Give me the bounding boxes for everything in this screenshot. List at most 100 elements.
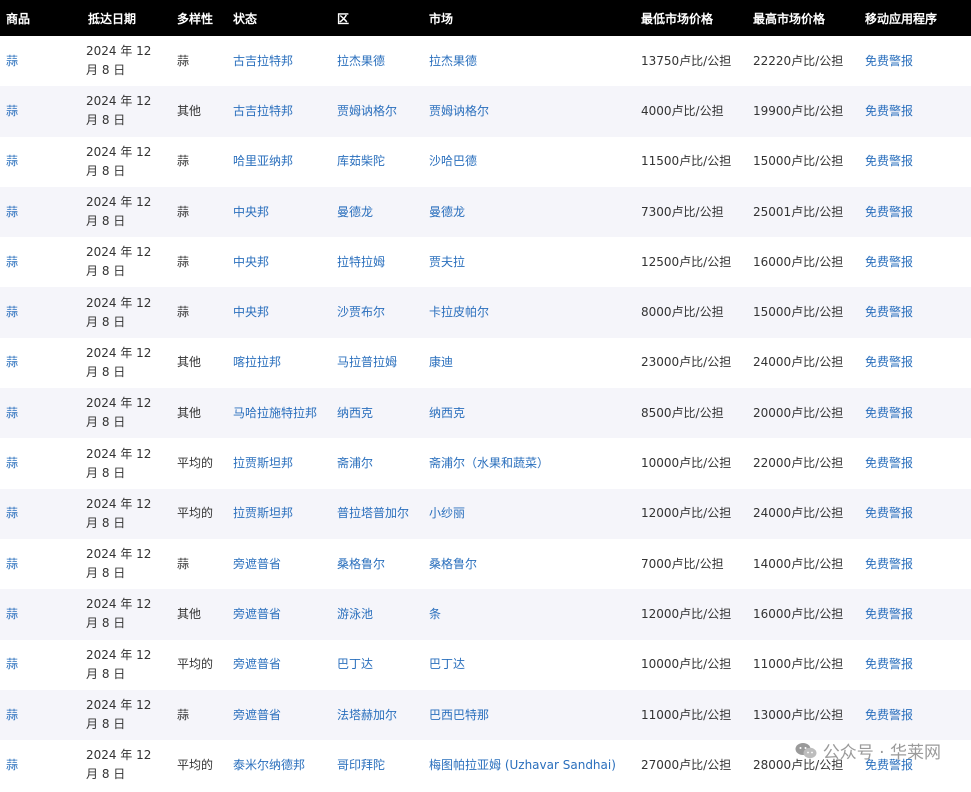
cell-commodity[interactable]: 蒜 bbox=[6, 506, 18, 520]
cell-market[interactable]: 桑格鲁尔 bbox=[429, 557, 477, 571]
cell-market[interactable]: 纳西克 bbox=[429, 406, 465, 420]
watermark: 公众号 · 华莱网 bbox=[795, 738, 941, 763]
cell-free-alert-link[interactable]: 免费警报 bbox=[865, 305, 913, 319]
cell-district[interactable]: 拉杰果德 bbox=[337, 54, 385, 68]
cell-wrap-state: 旁遮普省 bbox=[227, 640, 331, 690]
cell-commodity[interactable]: 蒜 bbox=[6, 54, 18, 68]
cell-market[interactable]: 拉杰果德 bbox=[429, 54, 477, 68]
cell-commodity[interactable]: 蒜 bbox=[6, 758, 18, 772]
cell-free-alert-link[interactable]: 免费警报 bbox=[865, 657, 913, 671]
cell-market[interactable]: 斋浦尔（水果和蔬菜） bbox=[429, 456, 549, 470]
cell-state[interactable]: 中央邦 bbox=[233, 305, 269, 319]
cell-free-alert-link[interactable]: 免费警报 bbox=[865, 607, 913, 621]
cell-state[interactable]: 旁遮普省 bbox=[233, 708, 281, 722]
cell-market[interactable]: 卡拉皮帕尔 bbox=[429, 305, 489, 319]
cell-free-alert-link[interactable]: 免费警报 bbox=[865, 406, 913, 420]
cell-district[interactable]: 巴丁达 bbox=[337, 657, 373, 671]
cell-wrap-free-alert-link: 免费警报 bbox=[859, 589, 971, 639]
cell-district[interactable]: 游泳池 bbox=[337, 607, 373, 621]
cell-commodity[interactable]: 蒜 bbox=[6, 154, 18, 168]
cell-max-price: 14000卢比/公担 bbox=[753, 556, 844, 571]
cell-district[interactable]: 哥印拜陀 bbox=[337, 758, 385, 772]
cell-wrap-free-alert-link: 免费警报 bbox=[859, 489, 971, 539]
cell-wrap-commodity: 蒜 bbox=[0, 589, 82, 639]
cell-free-alert-link[interactable]: 免费警报 bbox=[865, 456, 913, 470]
cell-wrap-market: 梅图帕拉亚姆 (Uzhavar Sandhai) bbox=[423, 740, 635, 790]
cell-free-alert-link[interactable]: 免费警报 bbox=[865, 104, 913, 118]
cell-district[interactable]: 库茹柴陀 bbox=[337, 154, 385, 168]
cell-free-alert-link[interactable]: 免费警报 bbox=[865, 255, 913, 269]
cell-market[interactable]: 巴丁达 bbox=[429, 657, 465, 671]
cell-state[interactable]: 旁遮普省 bbox=[233, 657, 281, 671]
cell-wrap-arrival-date: 2024 年 12 月 8 日 bbox=[82, 137, 171, 187]
cell-wrap-variety: 蒜 bbox=[171, 690, 227, 740]
cell-state[interactable]: 中央邦 bbox=[233, 255, 269, 269]
cell-state[interactable]: 哈里亚纳邦 bbox=[233, 154, 293, 168]
cell-market[interactable]: 贾夫拉 bbox=[429, 255, 465, 269]
cell-market[interactable]: 康迪 bbox=[429, 355, 453, 369]
cell-commodity[interactable]: 蒜 bbox=[6, 255, 18, 269]
cell-variety: 平均的 bbox=[177, 456, 214, 471]
cell-market[interactable]: 曼德龙 bbox=[429, 205, 465, 219]
cell-state[interactable]: 拉贾斯坦邦 bbox=[233, 456, 293, 470]
cell-state[interactable]: 古吉拉特邦 bbox=[233, 54, 293, 68]
header-district: 区 bbox=[331, 0, 423, 36]
cell-free-alert-link[interactable]: 免费警报 bbox=[865, 54, 913, 68]
cell-state[interactable]: 旁遮普省 bbox=[233, 557, 281, 571]
cell-commodity[interactable]: 蒜 bbox=[6, 657, 18, 671]
cell-district[interactable]: 曼德龙 bbox=[337, 205, 373, 219]
cell-commodity[interactable]: 蒜 bbox=[6, 305, 18, 319]
cell-district[interactable]: 沙贾布尔 bbox=[337, 305, 385, 319]
cell-commodity[interactable]: 蒜 bbox=[6, 708, 18, 722]
cell-wrap-arrival-date: 2024 年 12 月 8 日 bbox=[82, 589, 171, 639]
cell-market[interactable]: 小纱丽 bbox=[429, 506, 465, 520]
cell-commodity[interactable]: 蒜 bbox=[6, 104, 18, 118]
cell-commodity[interactable]: 蒜 bbox=[6, 607, 18, 621]
cell-market[interactable]: 巴西巴特那 bbox=[429, 708, 489, 722]
cell-market[interactable]: 沙哈巴德 bbox=[429, 154, 477, 168]
cell-state[interactable]: 旁遮普省 bbox=[233, 607, 281, 621]
cell-wrap-free-alert-link: 免费警报 bbox=[859, 338, 971, 388]
cell-district[interactable]: 法塔赫加尔 bbox=[337, 708, 397, 722]
cell-district[interactable]: 桑格鲁尔 bbox=[337, 557, 385, 571]
cell-wrap-state: 拉贾斯坦邦 bbox=[227, 438, 331, 488]
cell-market[interactable]: 梅图帕拉亚姆 (Uzhavar Sandhai) bbox=[429, 758, 616, 772]
cell-district[interactable]: 纳西克 bbox=[337, 406, 373, 420]
cell-min-price: 11500卢比/公担 bbox=[641, 154, 732, 169]
cell-state[interactable]: 古吉拉特邦 bbox=[233, 104, 293, 118]
cell-district[interactable]: 贾姆讷格尔 bbox=[337, 104, 397, 118]
cell-market[interactable]: 贾姆讷格尔 bbox=[429, 104, 489, 118]
cell-district[interactable]: 斋浦尔 bbox=[337, 456, 373, 470]
cell-state[interactable]: 马哈拉施特拉邦 bbox=[233, 406, 317, 420]
cell-wrap-min-price: 7300卢比/公担 bbox=[635, 187, 747, 237]
cell-wrap-state: 拉贾斯坦邦 bbox=[227, 489, 331, 539]
cell-free-alert-link[interactable]: 免费警报 bbox=[865, 154, 913, 168]
cell-wrap-market: 斋浦尔（水果和蔬菜） bbox=[423, 438, 635, 488]
cell-free-alert-link[interactable]: 免费警报 bbox=[865, 557, 913, 571]
cell-district[interactable]: 马拉普拉姆 bbox=[337, 355, 397, 369]
cell-state[interactable]: 喀拉拉邦 bbox=[233, 355, 281, 369]
cell-free-alert-link[interactable]: 免费警报 bbox=[865, 506, 913, 520]
cell-free-alert-link[interactable]: 免费警报 bbox=[865, 205, 913, 219]
cell-district[interactable]: 普拉塔普加尔 bbox=[337, 506, 409, 520]
cell-wrap-max-price: 16000卢比/公担 bbox=[747, 589, 859, 639]
cell-variety: 平均的 bbox=[177, 757, 214, 772]
cell-wrap-free-alert-link: 免费警报 bbox=[859, 640, 971, 690]
cell-wrap-district: 纳西克 bbox=[331, 388, 423, 438]
cell-free-alert-link[interactable]: 免费警报 bbox=[865, 708, 913, 722]
cell-commodity[interactable]: 蒜 bbox=[6, 456, 18, 470]
cell-market[interactable]: 条 bbox=[429, 607, 441, 621]
cell-commodity[interactable]: 蒜 bbox=[6, 557, 18, 571]
cell-min-price: 23000卢比/公担 bbox=[641, 355, 732, 370]
cell-wrap-district: 巴丁达 bbox=[331, 640, 423, 690]
cell-state[interactable]: 中央邦 bbox=[233, 205, 269, 219]
cell-free-alert-link[interactable]: 免费警报 bbox=[865, 355, 913, 369]
cell-wrap-free-alert-link: 免费警报 bbox=[859, 187, 971, 237]
cell-commodity[interactable]: 蒜 bbox=[6, 406, 18, 420]
table-row: 蒜 2024 年 12 月 8 日 其他 喀拉拉邦 马拉普拉姆 康迪 23000卢比/公担 2… bbox=[0, 337, 971, 389]
cell-district[interactable]: 拉特拉姆 bbox=[337, 255, 385, 269]
cell-state[interactable]: 泰米尔纳德邦 bbox=[233, 758, 305, 772]
cell-state[interactable]: 拉贾斯坦邦 bbox=[233, 506, 293, 520]
cell-commodity[interactable]: 蒜 bbox=[6, 355, 18, 369]
cell-commodity[interactable]: 蒜 bbox=[6, 205, 18, 219]
